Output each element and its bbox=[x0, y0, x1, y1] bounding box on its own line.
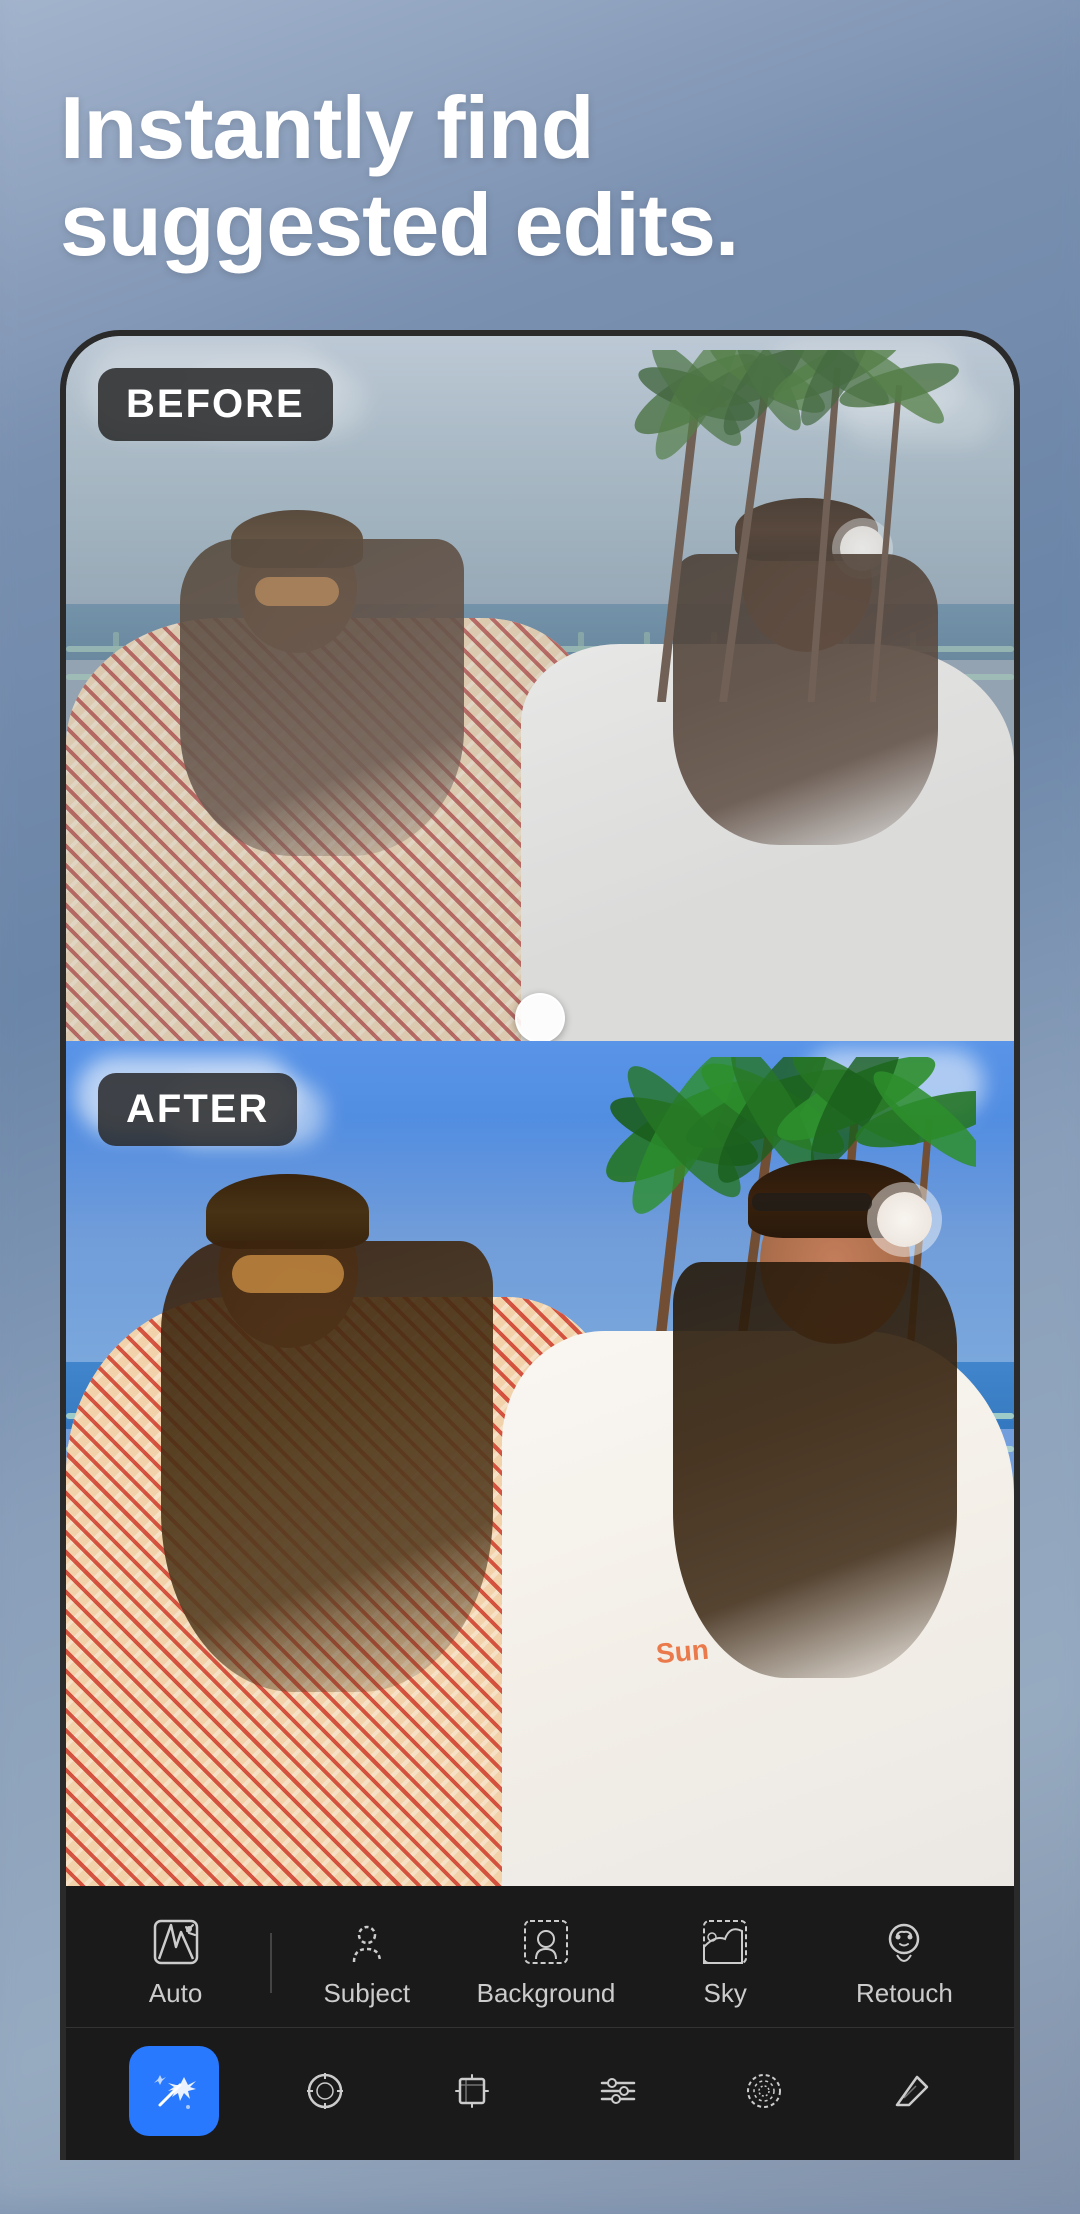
tab-background-label: Background bbox=[477, 1978, 616, 2009]
before-trees bbox=[568, 350, 966, 702]
after-label: AFTER bbox=[98, 1073, 297, 1146]
mask-icon bbox=[742, 2069, 786, 2113]
phone-frame: BEFORE bbox=[60, 330, 1020, 2160]
sky-icon bbox=[699, 1916, 751, 1968]
before-photo bbox=[66, 336, 1014, 1041]
hero-section: Instantly find suggested edits. bbox=[60, 80, 1020, 274]
erase-icon bbox=[889, 2069, 933, 2113]
select-icon bbox=[303, 2069, 347, 2113]
toolbar-divider bbox=[270, 1933, 272, 1993]
after-flower bbox=[877, 1192, 932, 1247]
toolbar: Auto Subject bbox=[66, 1886, 1014, 2160]
sunglasses-left bbox=[255, 577, 339, 606]
select-button[interactable] bbox=[285, 2051, 365, 2131]
shirt-text: Sun bbox=[654, 1634, 709, 1670]
before-panel: BEFORE bbox=[66, 336, 1014, 1041]
tab-retouch[interactable]: Retouch bbox=[815, 1916, 994, 2009]
after-people: Sun bbox=[66, 1193, 1014, 1886]
hero-title: Instantly find suggested edits. bbox=[60, 80, 1020, 274]
tab-auto[interactable]: Auto bbox=[86, 1916, 265, 2009]
after-hair-flowing-left bbox=[161, 1241, 493, 1692]
subject-icon bbox=[341, 1916, 393, 1968]
auto-icon bbox=[150, 1916, 202, 1968]
split-handle[interactable] bbox=[515, 993, 565, 1041]
tab-retouch-label: Retouch bbox=[856, 1978, 953, 2009]
tab-sky-label: Sky bbox=[704, 1978, 747, 2009]
mask-button[interactable] bbox=[724, 2051, 804, 2131]
after-hair-flowing-right bbox=[673, 1262, 957, 1678]
retouch-icon bbox=[878, 1916, 930, 1968]
toolbar-actions bbox=[66, 2028, 1014, 2146]
magic-wand-icon bbox=[152, 2069, 196, 2113]
crop-icon bbox=[450, 2069, 494, 2113]
background-icon bbox=[520, 1916, 572, 1968]
image-container: BEFORE bbox=[66, 336, 1014, 1886]
after-sunglasses-top-right bbox=[752, 1193, 872, 1211]
erase-button[interactable] bbox=[871, 2051, 951, 2131]
tab-background[interactable]: Background bbox=[456, 1916, 635, 2009]
after-sunglasses-left bbox=[232, 1255, 344, 1294]
crop-button[interactable] bbox=[432, 2051, 512, 2131]
tab-subject-label: Subject bbox=[323, 1978, 410, 2009]
magic-wand-button[interactable] bbox=[129, 2046, 219, 2136]
adjust-icon bbox=[596, 2069, 640, 2113]
tab-auto-label: Auto bbox=[149, 1978, 203, 2009]
tab-subject[interactable]: Subject bbox=[277, 1916, 456, 2009]
after-photo: Sun bbox=[66, 1041, 1014, 1886]
toolbar-tabs: Auto Subject bbox=[66, 1906, 1014, 2028]
after-hair-left-top bbox=[206, 1174, 368, 1248]
before-label: BEFORE bbox=[98, 368, 333, 441]
adjust-button[interactable] bbox=[578, 2051, 658, 2131]
after-panel: Sun bbox=[66, 1041, 1014, 1886]
tab-sky[interactable]: Sky bbox=[636, 1916, 815, 2009]
phone-wrapper: BEFORE bbox=[60, 330, 1020, 2160]
divider-circle bbox=[515, 993, 565, 1041]
